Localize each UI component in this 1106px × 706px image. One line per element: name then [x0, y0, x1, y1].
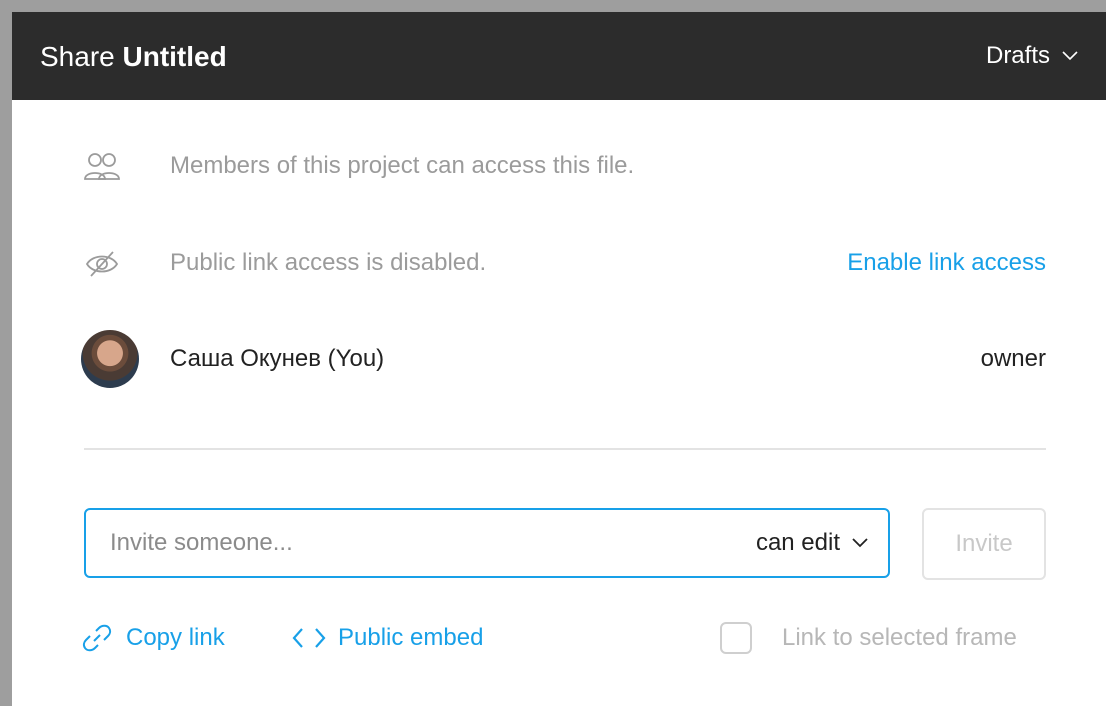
member-name: Саша Окунев (You)	[170, 345, 385, 372]
share-dialog: Share Untitled Drafts Members of this pr…	[12, 12, 1106, 706]
permission-dropdown[interactable]: can edit	[756, 529, 868, 557]
invite-button[interactable]: Invite	[922, 508, 1046, 580]
avatar	[81, 330, 139, 388]
link-access-status: Public link access is disabled.	[170, 249, 487, 276]
public-embed-label: Public embed	[338, 624, 484, 651]
eye-off-icon	[82, 243, 122, 283]
members-access-text: Members of this project can access this …	[170, 152, 635, 179]
project-dropdown[interactable]: Drafts	[986, 40, 1078, 72]
link-to-frame-option: Link to selected frame	[720, 618, 1017, 658]
link-access-row: Public link access is disabled. Enable l…	[82, 243, 1046, 283]
people-icon	[82, 146, 122, 186]
invite-field[interactable]: Invite someone... can edit	[84, 508, 890, 578]
project-label: Drafts	[985, 42, 1050, 69]
divider	[84, 448, 1046, 450]
dialog-header: Share Untitled Drafts	[12, 12, 1106, 100]
link-icon	[82, 624, 112, 652]
members-access-row: Members of this project can access this …	[82, 146, 1046, 186]
permission-label: can edit	[755, 529, 840, 556]
copy-link-button[interactable]: Copy link	[82, 618, 225, 658]
title-prefix: Share	[40, 41, 115, 72]
chevron-down-icon	[1062, 51, 1078, 61]
invite-input[interactable]: Invite someone...	[110, 529, 293, 557]
enable-link-access-link[interactable]: Enable link access	[847, 249, 1046, 277]
dialog-title: Share Untitled	[40, 40, 227, 74]
member-row: Саша Окунев (You) owner	[81, 330, 1046, 388]
link-to-frame-checkbox[interactable]	[720, 622, 752, 654]
code-icon	[292, 628, 326, 648]
public-embed-button[interactable]: Public embed	[292, 618, 483, 658]
member-role: owner	[980, 345, 1046, 372]
file-name: Untitled	[122, 41, 227, 72]
copy-link-label: Copy link	[126, 624, 225, 651]
link-to-frame-label: Link to selected frame	[782, 624, 1017, 651]
chevron-down-icon	[852, 538, 868, 548]
